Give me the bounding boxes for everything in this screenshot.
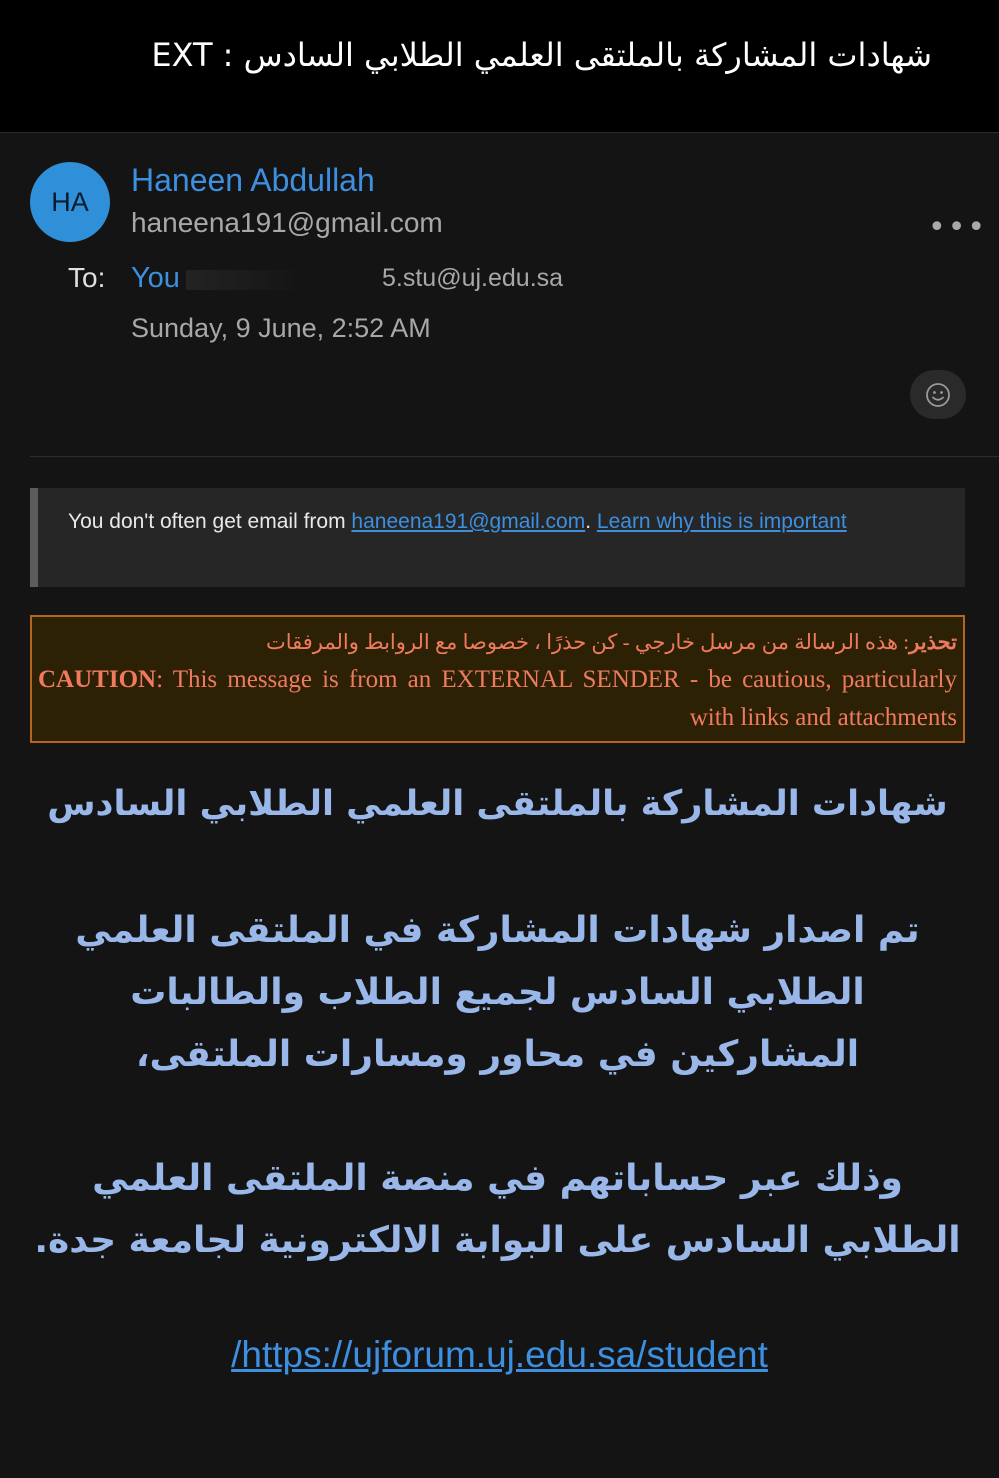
sender-email: haneena191@gmail.com	[131, 207, 443, 238]
notice-text: You don't often get email from	[68, 510, 352, 533]
notice-email-link[interactable]: haneena191@gmail.com	[351, 510, 585, 533]
learn-why-link[interactable]: Learn why this is important	[597, 510, 847, 533]
body-paragraph-1: تم اصدار شهادات المشاركة في الملتقى العل…	[75, 910, 920, 1075]
caution-arabic-label: تحذير	[909, 630, 957, 654]
email-subject: شهادات المشاركة بالملتقى العلمي الطلابي …	[151, 36, 932, 74]
add-reaction-button[interactable]	[910, 370, 966, 419]
body-paragraph-2: وذلك عبر حساباتهم في منصة الملتقى العلمي…	[34, 1158, 961, 1261]
more-options-icon[interactable]: •••	[928, 210, 987, 245]
caution-banner: تحذير: هذه الرسالة من مرسل خارجي - كن حذ…	[30, 615, 965, 743]
notice-separator: .	[585, 510, 597, 533]
body-heading: شهادات المشاركة بالملتقى العلمي الطلابي …	[47, 784, 948, 824]
email-date: Sunday, 9 June, 2:52 AM	[131, 313, 431, 343]
caution-arabic: تحذير: هذه الرسالة من مرسل خارجي - كن حذ…	[38, 623, 957, 661]
to-label: To:	[68, 262, 106, 293]
caution-arabic-text: : هذه الرسالة من مرسل خارجي - كن حذرًا ،…	[265, 630, 910, 654]
caution-english-label: CAUTION	[38, 666, 157, 693]
header-divider	[30, 456, 999, 457]
redacted-address	[186, 270, 382, 290]
sender-name[interactable]: Haneen Abdullah	[131, 162, 375, 199]
sender-notice-banner: You don't often get email from haneena19…	[30, 488, 965, 587]
recipient-address: 5.stu@uj.edu.sa	[382, 264, 564, 292]
sender-avatar[interactable]: HA	[30, 162, 110, 242]
recipient-you[interactable]: You	[131, 262, 180, 295]
portal-link[interactable]: https://ujforum.uj.edu.sa/student/	[0, 1334, 999, 1376]
caution-english: CAUTION: This message is from an EXTERNA…	[38, 661, 957, 737]
smiley-icon	[926, 382, 950, 407]
caution-english-text: : This message is from an EXTERNAL SENDE…	[156, 666, 957, 731]
subject-bar: شهادات المشاركة بالملتقى العلمي الطلابي …	[0, 0, 999, 133]
